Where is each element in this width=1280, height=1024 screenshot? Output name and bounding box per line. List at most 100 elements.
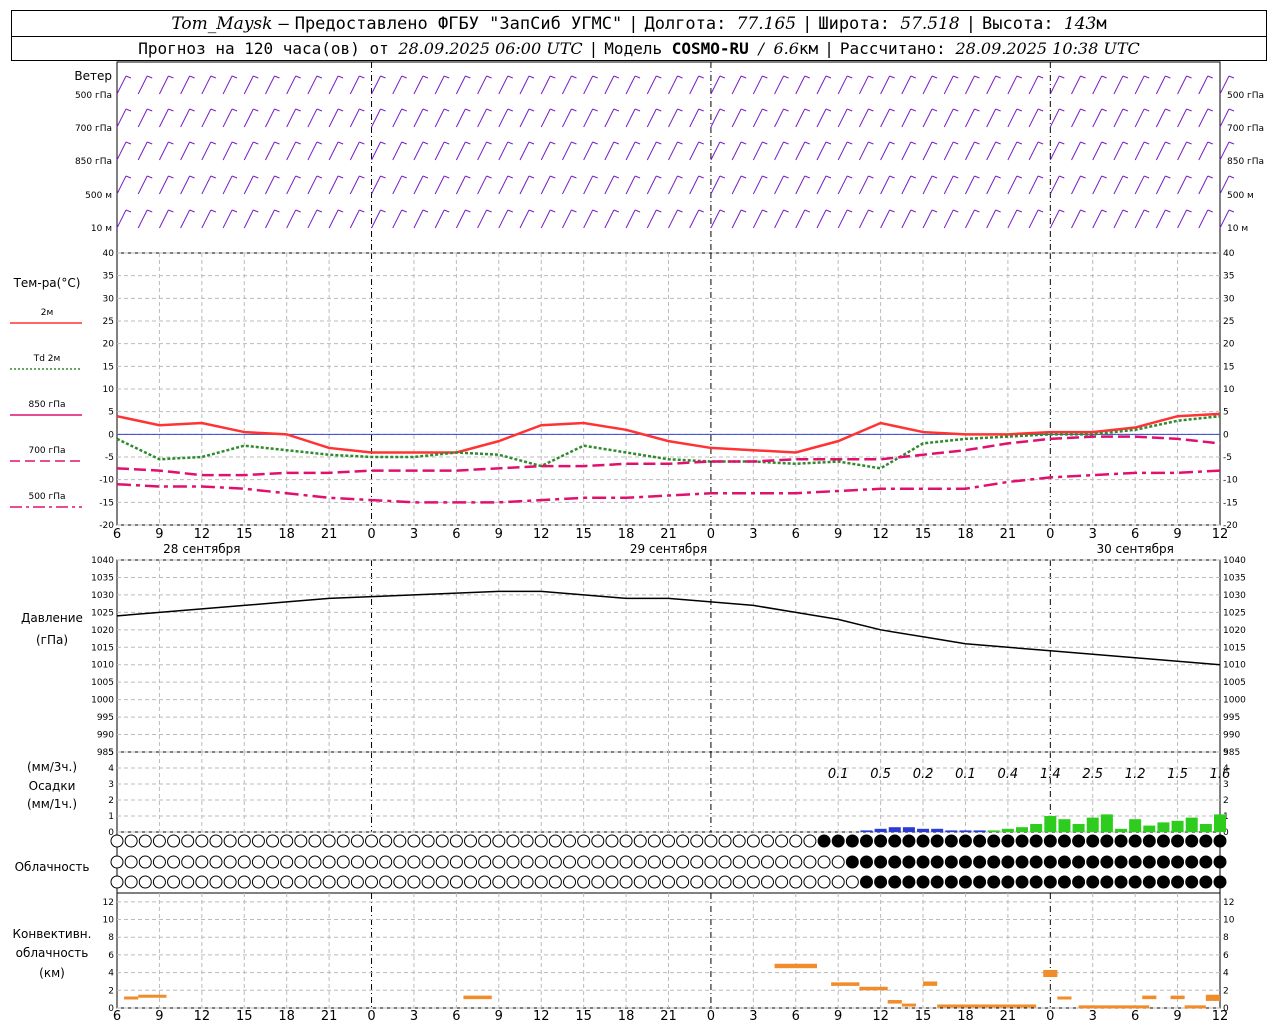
wind-barb xyxy=(180,108,191,128)
wind-barb xyxy=(837,75,848,95)
cloud-symbol xyxy=(251,875,265,889)
wind-barb-flag xyxy=(295,209,301,213)
wind-barb-flag xyxy=(443,209,450,213)
wind-barb-flag xyxy=(337,209,344,213)
precip-bar xyxy=(931,828,944,832)
cloud-symbol xyxy=(534,834,548,848)
wind-barb xyxy=(816,108,827,128)
legend-label-850: 850 гПа xyxy=(28,400,65,410)
wind-barb-flag xyxy=(147,175,153,179)
wind-barb-flag xyxy=(847,108,853,112)
cloud-symbol xyxy=(1114,855,1128,869)
wind-barb xyxy=(943,108,954,128)
hour-label-bottom: 6 xyxy=(113,1009,121,1024)
wind-barb-flag xyxy=(316,108,323,112)
wind-barb-flag xyxy=(443,75,450,79)
wind-barb xyxy=(1198,108,1209,128)
wind-barb xyxy=(1155,209,1166,229)
cloud-symbol xyxy=(690,875,704,889)
wind-barb-flag xyxy=(422,75,429,79)
cloud-symbol xyxy=(1114,834,1128,848)
wind-barb-flag xyxy=(1143,75,1150,79)
wind-barb-flag xyxy=(974,108,980,112)
wind-barb-flag xyxy=(550,141,556,145)
wind-barb xyxy=(795,141,806,161)
cloud-symbol xyxy=(167,834,181,848)
cloud-symbol xyxy=(1213,834,1227,848)
wind-barb xyxy=(222,108,233,128)
pressure-tick-right: 1035 xyxy=(1223,573,1246,583)
wind-barb-flag xyxy=(995,75,1001,79)
cloud-symbol xyxy=(464,855,478,869)
wind-barb xyxy=(180,75,191,95)
wind-barb xyxy=(816,141,827,161)
cloud-symbol xyxy=(110,875,124,889)
wind-barb xyxy=(1092,209,1103,229)
wind-barb xyxy=(371,209,381,229)
wind-barb-flag xyxy=(995,175,1001,179)
wind-barb xyxy=(137,175,148,195)
wind-barb xyxy=(349,75,360,95)
wind-barb-flag xyxy=(359,209,365,213)
wind-barb-flag xyxy=(740,141,747,145)
cloud-symbol xyxy=(152,875,166,889)
cloud-symbol xyxy=(237,834,251,848)
wind-barb xyxy=(668,108,678,128)
wind-barb-flag xyxy=(507,209,513,213)
wind-barb-flag xyxy=(740,108,747,112)
cloud-symbol xyxy=(803,834,817,848)
wind-barb xyxy=(265,209,275,229)
wind-barb xyxy=(901,175,912,195)
wind-barb xyxy=(943,141,954,161)
cloud-symbol xyxy=(987,834,1001,848)
wind-barb-flag xyxy=(634,209,641,213)
wind-barb-flag xyxy=(401,108,407,112)
convective-segment xyxy=(1170,995,1185,1000)
wind-barb xyxy=(455,141,466,161)
wind-barb-flag xyxy=(550,209,556,213)
wind-barb-flag xyxy=(1186,175,1192,179)
wind-barb xyxy=(774,108,785,128)
wind-barb xyxy=(286,175,297,195)
wind-barb-flag xyxy=(910,75,917,79)
cloud-symbol xyxy=(1001,875,1015,889)
wind-barb xyxy=(1134,108,1145,128)
hour-label-bottom: 3 xyxy=(1089,1009,1097,1024)
cloud-symbol xyxy=(506,855,520,869)
temp-tick-right: 15 xyxy=(1223,362,1234,372)
wind-barb xyxy=(965,75,975,95)
cloud-symbol xyxy=(195,855,209,869)
hour-label-bottom: 0 xyxy=(1046,1009,1054,1024)
cloud-symbol xyxy=(775,834,789,848)
wind-barb-flag xyxy=(613,108,620,112)
hour-label-mid: 0 xyxy=(707,527,715,542)
cloud-symbol xyxy=(294,834,308,848)
wind-barb xyxy=(1028,141,1039,161)
cloud-symbol xyxy=(1185,875,1199,889)
wind-barb-flag xyxy=(189,175,195,179)
wind-barb-flag xyxy=(1143,175,1150,179)
cloud-symbol xyxy=(930,834,944,848)
wind-barb-flag xyxy=(719,175,726,179)
hour-label-mid: 18 xyxy=(278,527,295,542)
conv-tick-left: 6 xyxy=(108,951,114,961)
wind-barb xyxy=(158,141,169,161)
wind-barb-flag xyxy=(613,75,620,79)
wind-barb xyxy=(668,75,678,95)
wind-barb-flag xyxy=(1016,175,1023,179)
wind-barb xyxy=(286,141,297,161)
cloud-symbol xyxy=(195,875,209,889)
conv-title-1: Конвективн. xyxy=(13,927,92,941)
wind-barb xyxy=(752,108,763,128)
wind-barb-flag xyxy=(528,175,535,179)
wind-barb-flag xyxy=(677,141,683,145)
cloud-symbol xyxy=(1128,875,1142,889)
wind-barb-flag xyxy=(868,75,874,79)
wind-barb xyxy=(434,141,445,161)
wind-barb-flag xyxy=(889,141,895,145)
wind-barb-flag xyxy=(486,175,492,179)
cloud-symbol xyxy=(124,875,138,889)
wind-barb-flag xyxy=(316,75,323,79)
precip-sum-label: 1.4 xyxy=(1040,767,1061,782)
wind-barb-flag xyxy=(253,75,259,79)
